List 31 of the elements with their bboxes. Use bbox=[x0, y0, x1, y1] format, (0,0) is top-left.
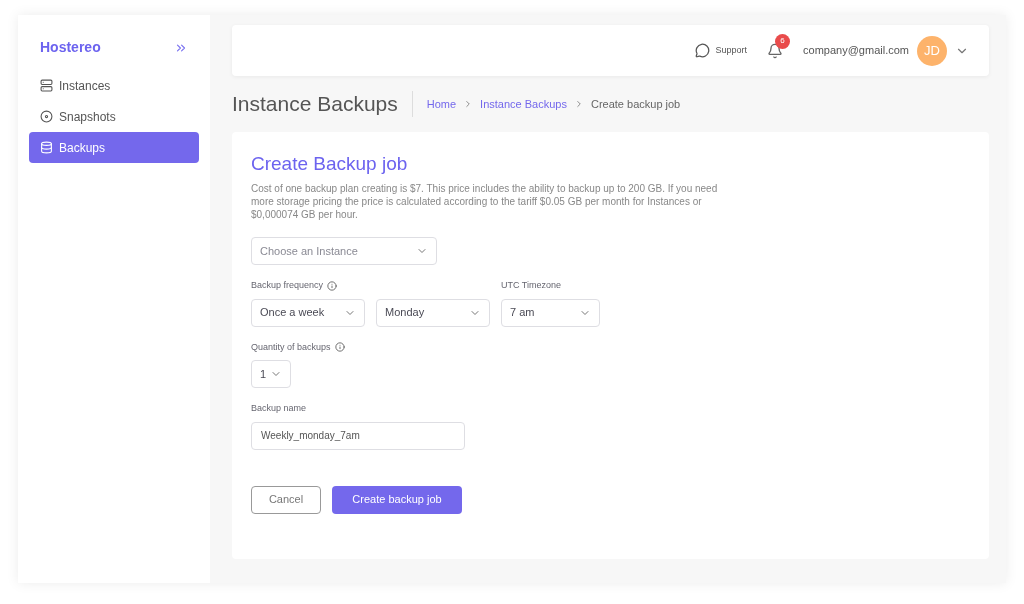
info-icon bbox=[327, 280, 338, 291]
field-label: Backup frequency bbox=[251, 279, 324, 292]
cancel-button[interactable]: Cancel bbox=[251, 485, 321, 514]
server-icon bbox=[40, 79, 53, 92]
instance-select[interactable]: Choose an Instance bbox=[251, 237, 437, 265]
info-icon bbox=[334, 342, 345, 353]
day-select[interactable]: Monday bbox=[376, 298, 490, 327]
sidebar-item[interactable]: Backups bbox=[29, 132, 199, 163]
disc-icon bbox=[40, 110, 53, 123]
database-icon bbox=[40, 141, 53, 154]
form-title: Create Backup job bbox=[251, 152, 409, 176]
notification-badge: 6 bbox=[775, 33, 791, 49]
sidebar-item[interactable]: Instances bbox=[29, 70, 199, 101]
page-title: Instance Backups bbox=[232, 91, 413, 117]
field-label: Backup name bbox=[251, 402, 307, 415]
frequency-select[interactable]: Once a week bbox=[251, 298, 365, 327]
sidebar-item[interactable]: Snapshots bbox=[29, 101, 199, 132]
backup-name-field[interactable]: Weekly_monday_7am bbox=[251, 421, 465, 450]
brand-logo: Hostereo bbox=[40, 38, 101, 57]
description-text: Cost of one backup plan creating is $7. This price includes the ability to backup up to 200 GB. If you need more storage pricing the price is calculated according to the tariff $0.05 GB per month for Instances or $0,000074 GB per hour. bbox=[251, 182, 719, 221]
field-label: Quantity of backups bbox=[251, 340, 331, 354]
chat-bubble-icon bbox=[694, 43, 710, 58]
user-email: company@gmail.com bbox=[803, 43, 909, 59]
field-label: UTC Timezone bbox=[501, 279, 562, 292]
support-link[interactable]: Support bbox=[694, 43, 748, 58]
time-select[interactable]: 7 am bbox=[501, 298, 600, 327]
quantity-select[interactable]: 1 bbox=[251, 360, 291, 388]
breadcrumb-link[interactable]: Home bbox=[426, 95, 457, 113]
create-backup-job-button[interactable]: Create backup job bbox=[332, 485, 462, 514]
bell-icon[interactable] bbox=[767, 42, 784, 59]
breadcrumb-link[interactable]: Instance Backups bbox=[480, 95, 567, 113]
